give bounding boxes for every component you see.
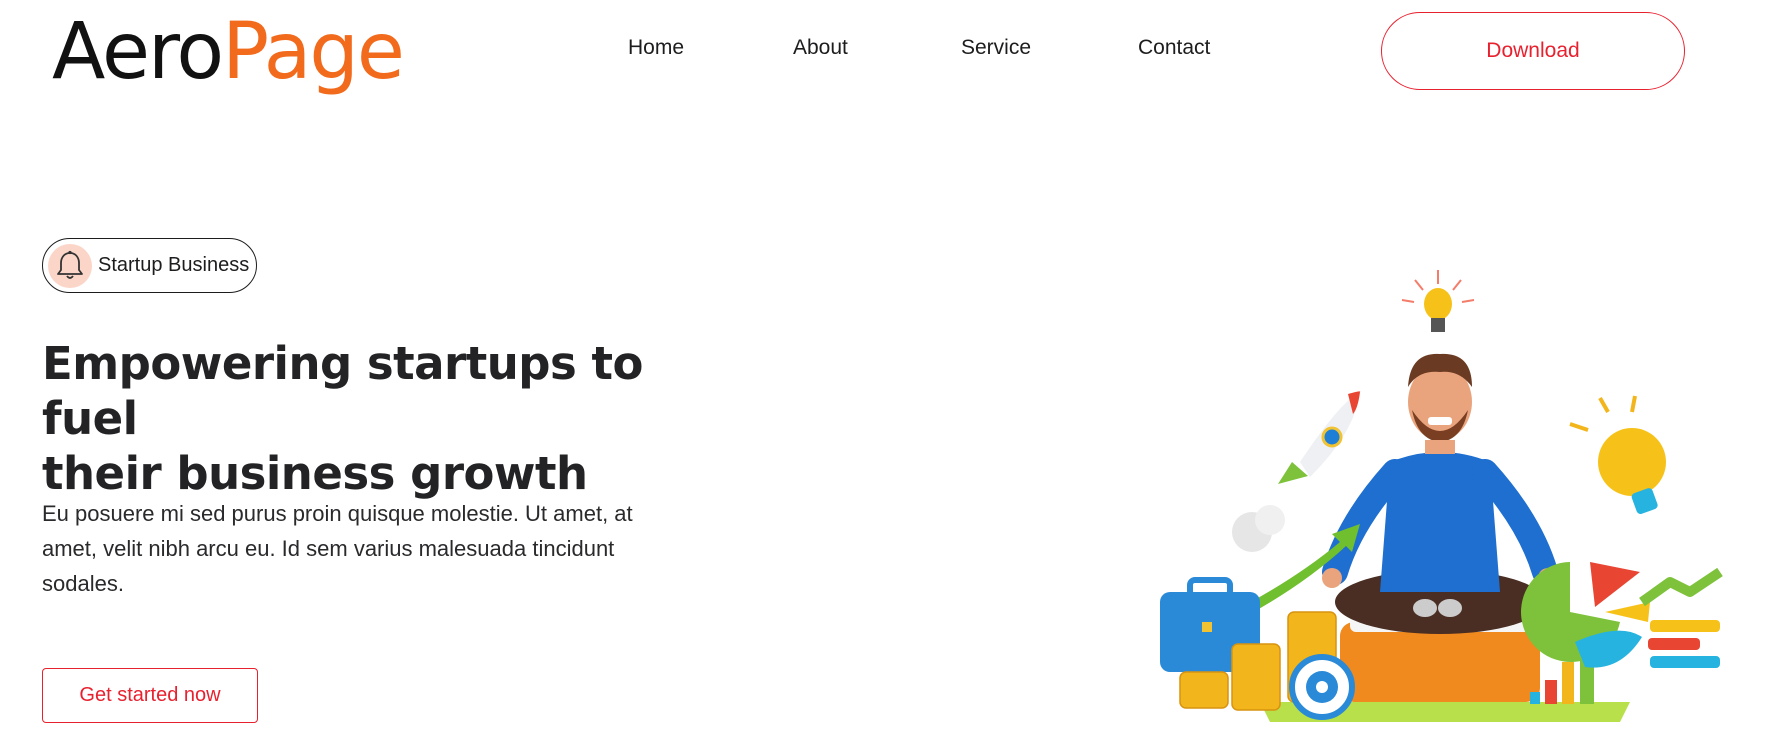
hero-description-line: sodales. — [42, 571, 124, 596]
nav-home-link[interactable]: Home — [628, 36, 684, 60]
hero-description: Eu posuere mi sed purus proin quisque mo… — [42, 496, 682, 601]
stats-lines-icon — [1639, 567, 1723, 668]
download-button[interactable]: Download — [1381, 12, 1685, 90]
lightbulb-right-icon — [1569, 395, 1666, 515]
logo-text-page: Page — [222, 7, 405, 97]
brand-logo[interactable]: Aero Page — [52, 2, 405, 102]
hero-title: Empowering startups to fuel their busine… — [42, 336, 722, 501]
nav-contact-link[interactable]: Contact — [1138, 36, 1210, 60]
badge-label: Startup Business — [98, 254, 250, 276]
nav-service-link[interactable]: Service — [961, 36, 1031, 60]
bell-icon — [48, 243, 92, 288]
hero-description-line: amet, velit nibh arcu eu. Id sem varius … — [42, 536, 615, 561]
hero-title-line: their business growth — [42, 447, 588, 500]
logo-text-aero: Aero — [52, 7, 224, 97]
hero-title-line: Empowering startups to fuel — [42, 337, 643, 445]
get-started-button[interactable]: Get started now — [42, 668, 258, 723]
pie-chart-icon — [1521, 562, 1650, 668]
target-icon — [1289, 654, 1355, 720]
lightbulb-top-icon — [1401, 270, 1475, 332]
hero-description-line: Eu posuere mi sed purus proin quisque mo… — [42, 501, 633, 526]
nav-about-link[interactable]: About — [793, 36, 848, 60]
startup-badge: Startup Business — [42, 238, 257, 293]
hero-illustration — [1160, 270, 1723, 722]
